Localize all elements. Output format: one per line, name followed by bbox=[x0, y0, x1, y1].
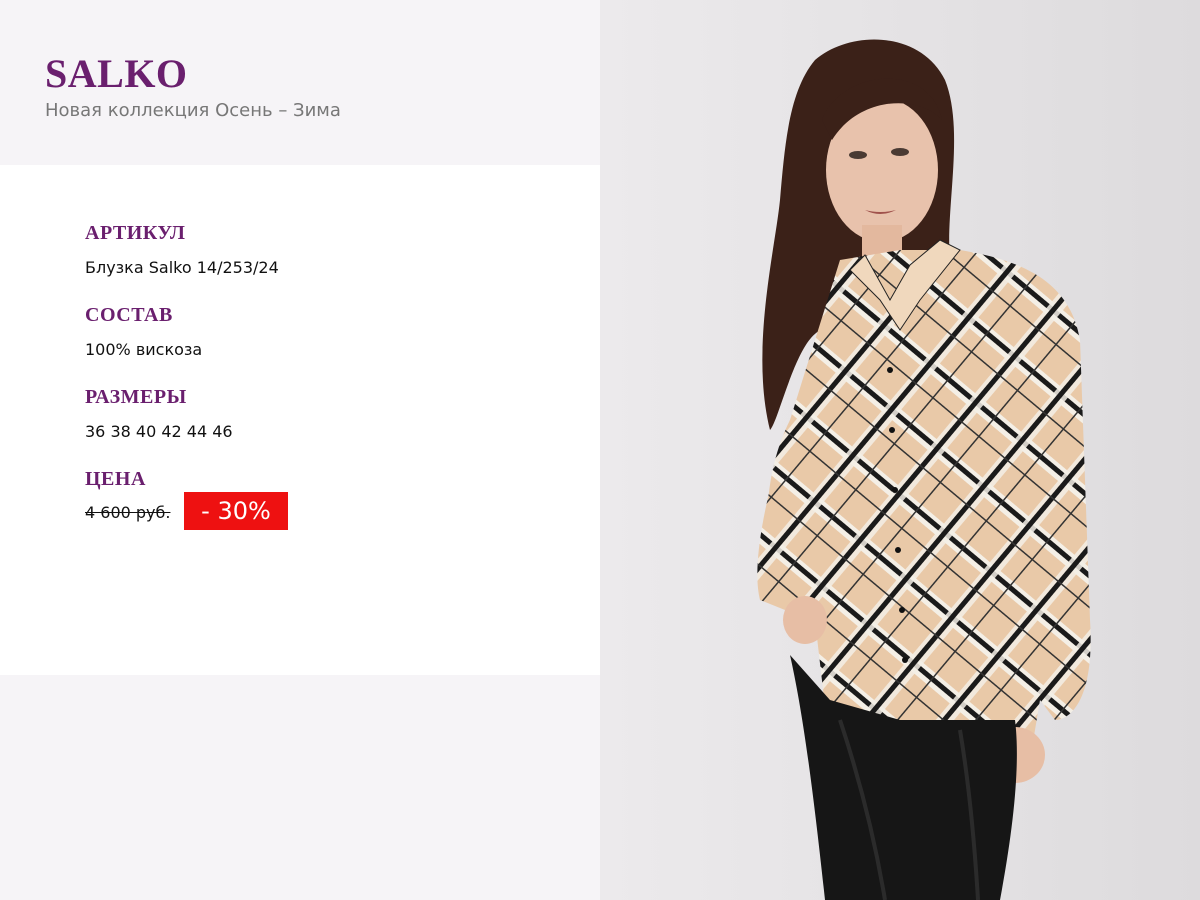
header: SALKO Новая коллекция Осень – Зима bbox=[0, 0, 600, 165]
article-title: АРТИКУЛ bbox=[85, 222, 186, 244]
model-illustration bbox=[757, 39, 1091, 900]
info-panel: SALKO Новая коллекция Осень – Зима АРТИК… bbox=[0, 0, 600, 900]
brand-logo: SALKO bbox=[45, 51, 188, 96]
article-value: Блузка Salko 14/253/24 bbox=[85, 258, 279, 277]
product-card: АРТИКУЛ Блузка Salko 14/253/24 СОСТАВ 10… bbox=[0, 165, 600, 675]
model-photo bbox=[600, 0, 1200, 900]
price-title: ЦЕНА bbox=[85, 468, 146, 490]
composition-title: СОСТАВ bbox=[85, 304, 173, 326]
old-price: 4 600 руб. bbox=[85, 503, 171, 522]
sizes-title: РАЗМЕРЫ bbox=[85, 386, 187, 408]
discount-badge: - 30% bbox=[184, 492, 288, 530]
sizes-value: 36 38 40 42 44 46 bbox=[85, 422, 233, 441]
collection-subtitle: Новая коллекция Осень – Зима bbox=[45, 100, 341, 121]
composition-value: 100% вискоза bbox=[85, 340, 203, 359]
